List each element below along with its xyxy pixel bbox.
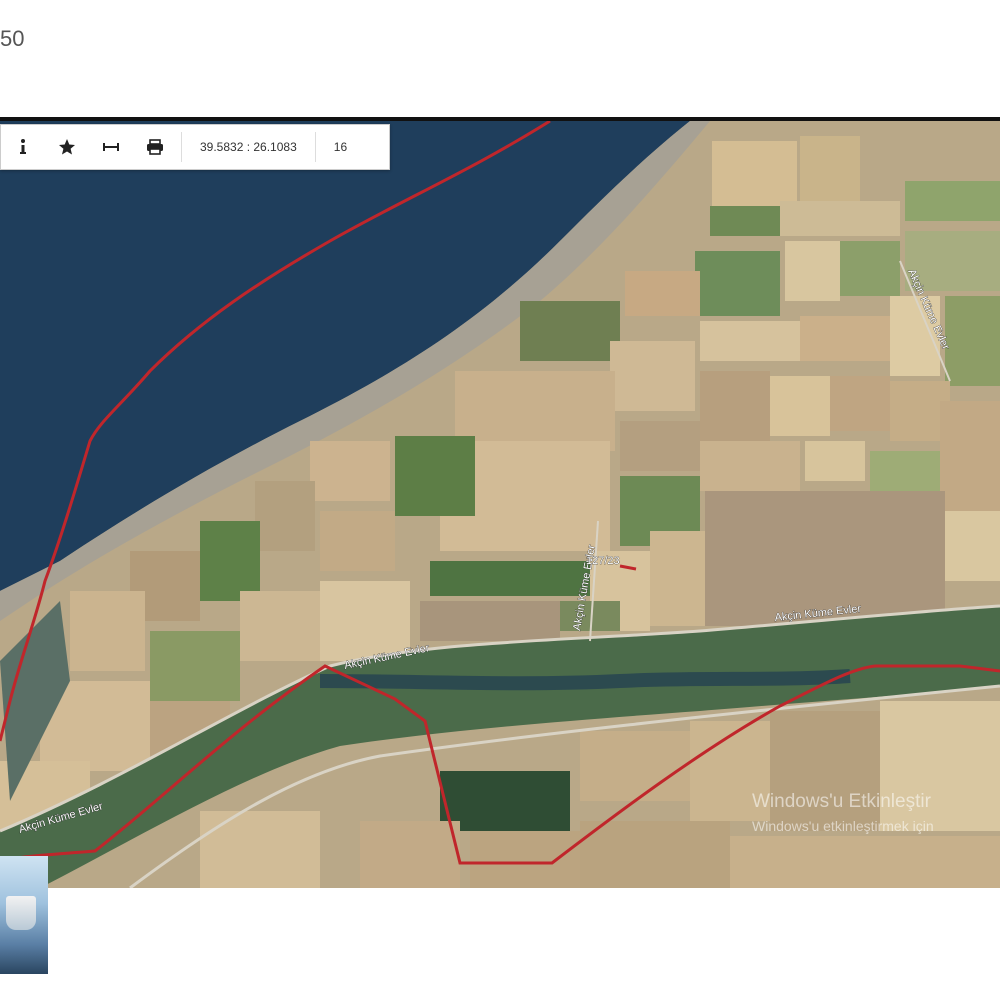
map-toolbar: 39.5832 : 26.1083 16: [0, 124, 390, 170]
boat-image: [6, 896, 36, 930]
zoom-level-readout: 16: [333, 140, 348, 154]
thumbnail-image[interactable]: [0, 856, 48, 974]
coordinates-readout: 39.5832 : 26.1083: [200, 140, 297, 154]
toolbar-divider: [181, 132, 182, 162]
map-view[interactable]: Akçin Küme Evler Akçin Küme Evler Akçin …: [0, 117, 1000, 888]
print-button[interactable]: [133, 125, 177, 169]
watermark-line2: Windows'u etkinleştirmek için: [752, 818, 934, 834]
page-number-label: 50: [0, 26, 25, 51]
favorite-button[interactable]: [45, 125, 89, 169]
printer-icon: [147, 139, 163, 155]
toolbar-divider: [314, 132, 316, 162]
info-button[interactable]: [1, 125, 45, 169]
ruler-icon: [103, 143, 119, 151]
activation-watermark: Windows'u Etkinleştir Windows'u etkinleş…: [752, 790, 934, 838]
satellite-map[interactable]: Akçin Küme Evler Akçin Küme Evler Akçin …: [0, 121, 1000, 888]
watermark-line1: Windows'u Etkinleştir: [752, 791, 931, 812]
info-icon: [20, 139, 26, 154]
parcel-label[interactable]: 127/23: [586, 555, 620, 568]
star-icon: [59, 139, 75, 155]
measure-button[interactable]: [89, 125, 133, 169]
river-channel: [319, 669, 851, 691]
